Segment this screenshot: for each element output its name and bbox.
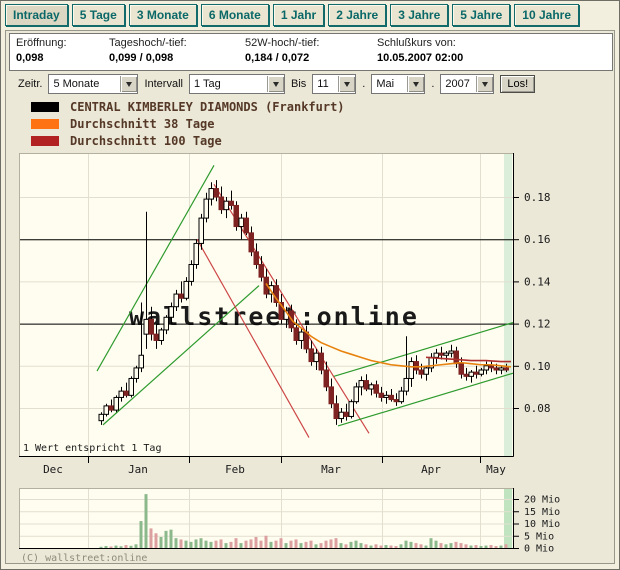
info-value: 0,098 <box>16 52 109 64</box>
svg-text:Mar: Mar <box>321 463 341 476</box>
chart-controls: Zeitr. 5 Monate Intervall 1 Tag Bis 11 .… <box>18 73 535 95</box>
chevron-down-icon[interactable] <box>267 76 284 92</box>
legend-swatch-icon <box>31 136 59 146</box>
chevron-down-icon[interactable] <box>476 76 493 92</box>
intervall-label: Intervall <box>144 78 183 90</box>
legend-swatch-icon <box>31 102 59 112</box>
tab-1-jahr[interactable]: 1 Jahr <box>273 4 324 26</box>
info-value: 10.05.2007 02:00 <box>377 52 612 64</box>
svg-text:Jan: Jan <box>128 463 148 476</box>
svg-text:May: May <box>486 463 506 476</box>
svg-text:Feb: Feb <box>225 463 245 476</box>
copyright-text: (C) wallstreet:online <box>21 553 147 564</box>
zeitraum-label: Zeitr. <box>18 78 42 90</box>
chevron-down-icon[interactable] <box>120 76 137 92</box>
legend-row-1: Durchschnitt 38 Tage <box>31 115 345 132</box>
range-tabs: Intraday5 Tage3 Monate6 Monate1 Jahr2 Ja… <box>5 4 579 26</box>
svg-text:20 Mio: 20 Mio <box>524 495 560 506</box>
legend-row-0: CENTRAL KIMBERLEY DIAMONDS (Frankfurt) <box>31 98 345 115</box>
zeitraum-value: 5 Monate <box>53 78 99 90</box>
info-value: 0,184 / 0,072 <box>245 52 377 64</box>
info-label: Tageshoch/-tief: <box>109 37 245 49</box>
info-field-0: Eröffnung: 0,098 <box>10 34 109 70</box>
bis-label: Bis <box>291 78 306 90</box>
year-select[interactable]: 2007 <box>440 74 494 94</box>
svg-text:0.08: 0.08 <box>524 402 551 415</box>
tab-intraday[interactable]: Intraday <box>5 4 68 26</box>
chevron-down-icon[interactable] <box>338 76 355 92</box>
legend-row-2: Durchschnitt 100 Tage <box>31 132 345 149</box>
go-button[interactable]: Los! <box>500 75 535 93</box>
zeitraum-select[interactable]: 5 Monate <box>48 74 138 94</box>
svg-text:0.12: 0.12 <box>524 318 551 331</box>
quote-info-bar: Eröffnung: 0,098Tageshoch/-tief: 0,099 / 0… <box>9 33 613 71</box>
info-value: 0,099 / 0,098 <box>109 52 245 64</box>
info-label: Eröffnung: <box>16 37 109 49</box>
date-dot: . <box>431 78 434 90</box>
svg-text:0.18: 0.18 <box>524 191 551 204</box>
legend-label: CENTRAL KIMBERLEY DIAMONDS (Frankfurt) <box>70 100 345 114</box>
svg-text:0.16: 0.16 <box>524 233 551 246</box>
chart-legend: CENTRAL KIMBERLEY DIAMONDS (Frankfurt) Du… <box>31 98 345 149</box>
tab-5-tage[interactable]: 5 Tage <box>72 4 125 26</box>
info-label: 52W-hoch/-tief: <box>245 37 377 49</box>
tab-5-jahre[interactable]: 5 Jahre <box>452 4 510 26</box>
day-value: 11 <box>317 78 328 90</box>
chart-tool-window: Intraday5 Tage3 Monate6 Monate1 Jahr2 Ja… <box>0 0 620 570</box>
legend-swatch-icon <box>31 119 59 129</box>
tab-2-jahre[interactable]: 2 Jahre <box>328 4 386 26</box>
info-field-1: Tageshoch/-tief: 0,099 / 0,098 <box>109 34 245 70</box>
svg-text:0.14: 0.14 <box>524 275 551 288</box>
svg-text:15 Mio: 15 Mio <box>524 507 560 518</box>
month-value: Mai <box>376 78 394 90</box>
legend-label: Durchschnitt 38 Tage <box>70 117 215 131</box>
intervall-value: 1 Tag <box>194 78 221 90</box>
svg-text:5 Mio: 5 Mio <box>524 531 554 542</box>
tab-3-jahre[interactable]: 3 Jahre <box>390 4 448 26</box>
svg-text:0 Mio: 0 Mio <box>524 544 554 555</box>
intervall-select[interactable]: 1 Tag <box>189 74 285 94</box>
info-field-3: Schlußkurs von: 10.05.2007 02:00 <box>377 34 612 70</box>
price-chart: wallstreet:online0.080.100.120.140.160.1… <box>19 153 599 483</box>
month-select[interactable]: Mai <box>371 74 425 94</box>
day-select[interactable]: 11 <box>312 74 356 94</box>
svg-text:10 Mio: 10 Mio <box>524 519 560 530</box>
svg-text:Apr: Apr <box>421 463 441 476</box>
info-field-2: 52W-hoch/-tief: 0,184 / 0,072 <box>245 34 377 70</box>
svg-text:1 Wert entspricht 1 Tag: 1 Wert entspricht 1 Tag <box>23 443 161 454</box>
legend-label: Durchschnitt 100 Tage <box>70 134 222 148</box>
year-value: 2007 <box>445 78 469 90</box>
chevron-down-icon[interactable] <box>407 76 424 92</box>
tab-6-monate[interactable]: 6 Monate <box>201 4 269 26</box>
tab-3-monate[interactable]: 3 Monate <box>129 4 197 26</box>
volume-chart: 0 Mio 5 Mio10 Mio15 Mio20 Mio <box>19 488 599 554</box>
date-dot: . <box>362 78 365 90</box>
svg-text:0.10: 0.10 <box>524 360 551 373</box>
tab-10-jahre[interactable]: 10 Jahre <box>514 4 579 26</box>
svg-text:Dec: Dec <box>43 463 63 476</box>
info-label: Schlußkurs von: <box>377 37 612 49</box>
